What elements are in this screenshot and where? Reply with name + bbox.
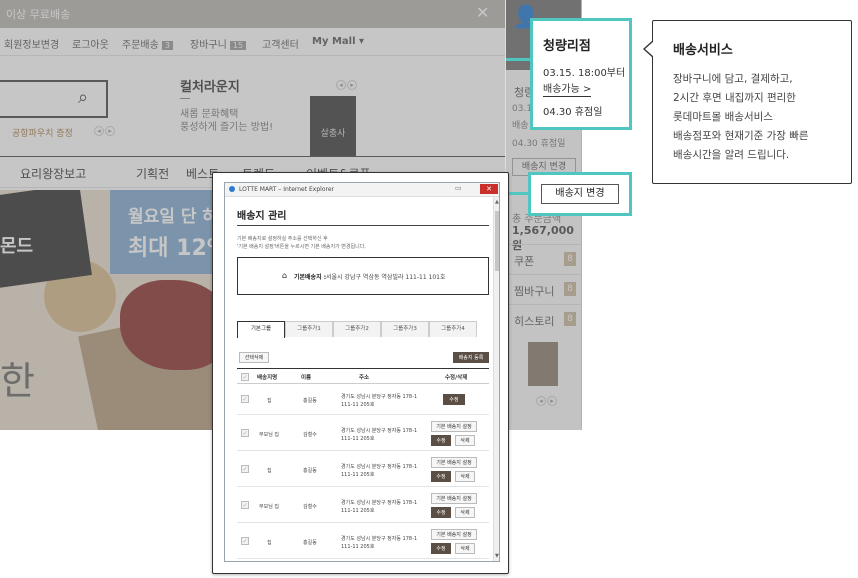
table-row: ✓ 부모님 집 김철수 경기도 성남시 분당구 정자동 178-1 111-11… [237,415,489,451]
home-icon: ⌂ [282,271,288,280]
delete-button[interactable]: 삭제 [455,435,475,446]
table-row: ✓ 집 홍길동 경기도 성남시 분당구 정자동 178-1 111-11 205… [237,384,489,415]
select-delete-button[interactable]: 선택삭제 [239,352,269,363]
table-row: ✓ 집 홍길동 경기도 성남시 분당구 정자동 178-1 111-11 205… [237,451,489,487]
set-default-button[interactable]: 기본 배송지 설정 [431,493,477,504]
row-checkbox[interactable]: ✓ [241,429,249,437]
change-address-button[interactable]: 배송지 변경 [541,184,619,204]
store-name: 청량리점 [543,39,591,54]
callout-line: 롯데마트몰 배송서비스 [673,111,773,123]
ie-titlebar: LOTTE MART – Internet Explorer ▭ ✕ [225,183,499,197]
default-address-box: ⌂ 기본배송지 : 서울시 강남구 역삼동 역삼빌라 111-11 101호 [237,257,489,295]
col-name: 이름 [301,375,312,381]
scrollbar-thumb[interactable] [495,211,499,271]
delivery-time: 03.15. 18:00부터 [543,68,626,79]
page-desc-2: '기본 배송지 설정'버튼을 누르시면 기본 배송지가 변경됩니다. [237,244,366,250]
set-default-button[interactable]: 기본 배송지 설정 [431,421,477,432]
col-edit-delete: 수정/삭제 [445,375,468,381]
row-checkbox[interactable]: ✓ [241,395,249,403]
store-closed-date: 04.30 휴점일 [543,107,603,118]
callout-line: 배송점포와 현재기준 가장 빠른 [673,130,809,142]
delete-button[interactable]: 삭제 [455,507,475,518]
table-header: ✓ 배송지명 이름 주소 수정/삭제 [237,368,489,384]
delivery-management-page: 배송지 관리 기본 배송지로 설정하실 주소를 선택하신 후 '기본 배송지 설… [225,197,493,561]
table-row: ✓ 부모님 집 김철수 경기도 성남시 분당구 정자동 178-1 111-11… [237,487,489,523]
row-checkbox[interactable]: ✓ [241,537,249,545]
tab-group-4[interactable]: 그룹추가4 [429,321,477,337]
scrollbar[interactable]: ▲ ▼ [493,197,499,561]
callout-title: 배송서비스 [673,43,733,58]
delete-button[interactable]: 삭제 [455,471,475,482]
callout-arrow-fill [645,41,654,57]
ie-window: LOTTE MART – Internet Explorer ▭ ✕ 배송지 관… [224,182,500,562]
title-underline [237,225,489,226]
tab-default-group[interactable]: 기본그룹 [237,321,285,338]
ie-logo-icon [229,186,235,192]
delivery-service-callout: 배송서비스 장바구니에 담고, 결제하고, 2시간 후면 내집까지 편리한 롯데… [652,20,852,184]
set-default-button[interactable]: 기본 배송지 설정 [431,529,477,540]
set-default-button[interactable]: 기본 배송지 설정 [431,457,477,468]
register-address-button[interactable]: 배송지 등록 [453,352,489,363]
close-icon[interactable]: ✕ [480,184,498,194]
delete-button[interactable]: 삭제 [455,543,475,554]
col-address: 주소 [359,375,370,381]
callout-line: 2시간 후면 내집까지 편리한 [673,92,796,104]
delivery-available-link[interactable]: 배송가능 > [543,80,592,97]
tab-group-3[interactable]: 그룹추가3 [381,321,429,337]
page-desc-1: 기본 배송지로 설정하실 주소를 선택하신 후 [237,236,328,242]
default-address-value: 서울시 강남구 역삼동 역삼빌라 111-11 101호 [326,274,446,281]
callout-line: 배송시간을 알려 드립니다. [673,149,790,161]
edit-button[interactable]: 수정 [431,507,451,518]
tab-group-1[interactable]: 그룹추가1 [285,321,333,337]
tab-group-2[interactable]: 그룹추가2 [333,321,381,337]
connector-line [506,192,528,195]
callout-line: 장바구니에 담고, 결제하고, [673,73,793,85]
group-tabs: 기본그룹 그룹추가1 그룹추가2 그룹추가3 그룹추가4 [237,321,477,338]
row-checkbox[interactable]: ✓ [241,501,249,509]
connector-line [506,58,530,61]
edit-button[interactable]: 수정 [431,471,451,482]
edit-button[interactable]: 수정 [431,543,451,554]
select-all-checkbox[interactable]: ✓ [241,373,249,381]
default-address-label: 기본배송지 : [294,274,327,281]
store-info-card: 청량리점 03.15. 18:00부터 배송가능 > 04.30 휴점일 [530,18,632,130]
table-row: ✓ 집 홍길동 경기도 성남시 분당구 정자동 178-1 111-11 205… [237,523,489,559]
page-title: 배송지 관리 [237,211,287,222]
scroll-up-icon[interactable]: ▲ [495,199,499,205]
scroll-down-icon[interactable]: ▼ [495,553,499,559]
col-place: 배송지명 [257,375,278,381]
maximize-icon[interactable]: ▭ [455,184,462,192]
edit-button[interactable]: 수정 [431,435,451,446]
row-checkbox[interactable]: ✓ [241,465,249,473]
ie-title: LOTTE MART – Internet Explorer [239,186,334,193]
popup-frame: LOTTE MART – Internet Explorer ▭ ✕ 배송지 관… [212,172,509,574]
change-address-card: 배송지 변경 [528,172,632,216]
edit-button[interactable]: 수정 [443,394,465,405]
